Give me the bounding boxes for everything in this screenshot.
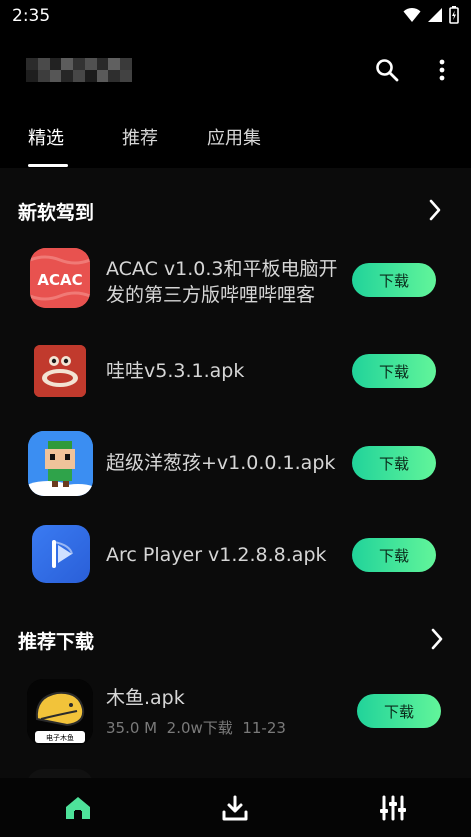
tab-app-collections[interactable]: 应用集 [207, 124, 261, 150]
status-time: 2:35 [12, 6, 51, 26]
bottom-navigation [0, 778, 471, 837]
app-name: ACAC v1.0.3和平板电脑开发的第三方版哔哩哔哩客 [106, 258, 338, 306]
cellular-signal-icon [428, 8, 442, 22]
list-item[interactable]: 哇哇v5.3.1.apk 下载 [0, 331, 471, 411]
download-button[interactable]: 下载 [352, 538, 436, 572]
nav-home[interactable] [62, 792, 94, 824]
app-name: 超级洋葱孩+v1.0.0.1.apk [106, 452, 336, 474]
main-content[interactable]: 新软驾到 ACAC ACAC v1.0.3和平板电脑开发的第三方版哔哩哔哩客 下… [0, 168, 471, 778]
status-bar: 2:35 [0, 0, 471, 34]
list-item[interactable]: Arc Player v1.2.8.8.apk 下载 [0, 515, 471, 595]
tab-bar: 精选 推荐 应用集 [0, 116, 471, 168]
tab-indicator [28, 164, 68, 167]
app-date: 11-23 [242, 719, 286, 737]
more-vertical-icon [439, 59, 445, 81]
chevron-right-icon[interactable] [423, 196, 447, 224]
list-item[interactable]: ACAC ACAC v1.0.3和平板电脑开发的第三方版哔哩哔哩客 下载 [0, 240, 471, 320]
tab-recommended[interactable]: 推荐 [122, 124, 158, 150]
list-item[interactable]: 超级洋葱孩+v1.0.0.1.apk 下载 [0, 423, 471, 503]
download-button[interactable]: 下载 [352, 446, 436, 480]
search-button[interactable] [371, 54, 403, 86]
app-name: Arc Player v1.2.8.8.apk [106, 544, 327, 566]
download-button[interactable]: 下载 [357, 694, 441, 728]
arc-player-app-icon [32, 525, 90, 583]
app-name: 哇哇v5.3.1.apk [106, 360, 245, 382]
download-button[interactable]: 下载 [352, 354, 436, 388]
settings-sliders-icon [380, 795, 406, 821]
nav-settings[interactable] [377, 792, 409, 824]
tab-featured[interactable]: 精选 [28, 124, 64, 150]
download-button[interactable]: 下载 [352, 263, 436, 297]
home-icon [66, 797, 90, 819]
wooden-fish-icon-text: 电子木鱼 [46, 733, 74, 742]
wooden-fish-app-icon: 电子木鱼 [27, 679, 93, 745]
app-name: 木鱼.apk [106, 687, 185, 709]
app-bar [0, 40, 471, 100]
list-item[interactable]: 电子木鱼 木鱼.apk 35.0 M 2.0w下载 11-23 下载 [0, 673, 471, 763]
search-icon [376, 59, 399, 82]
section-title: 推荐下载 [18, 631, 95, 653]
download-icon [222, 795, 248, 821]
wawa-app-icon [34, 345, 86, 397]
section-header-new-apps: 新软驾到 [0, 190, 471, 230]
next-app-icon-partial [27, 769, 93, 778]
acac-app-icon: ACAC [30, 248, 90, 308]
section-header-recommended: 推荐下载 [0, 619, 471, 659]
status-icons [403, 6, 459, 24]
app-size: 35.0 M [106, 719, 158, 737]
app-meta: 35.0 M 2.0w下载 11-23 [106, 717, 286, 738]
section-title: 新软驾到 [18, 202, 95, 224]
chevron-right-icon[interactable] [425, 625, 449, 653]
blurred-app-title [26, 58, 132, 82]
more-options-button[interactable] [426, 54, 458, 86]
battery-icon [449, 6, 459, 24]
app-downloads: 2.0w下载 [166, 719, 233, 737]
nav-downloads[interactable] [219, 792, 251, 824]
super-onion-kid-app-icon [28, 431, 93, 496]
acac-icon-text: ACAC [37, 271, 82, 289]
wifi-icon [403, 7, 421, 22]
